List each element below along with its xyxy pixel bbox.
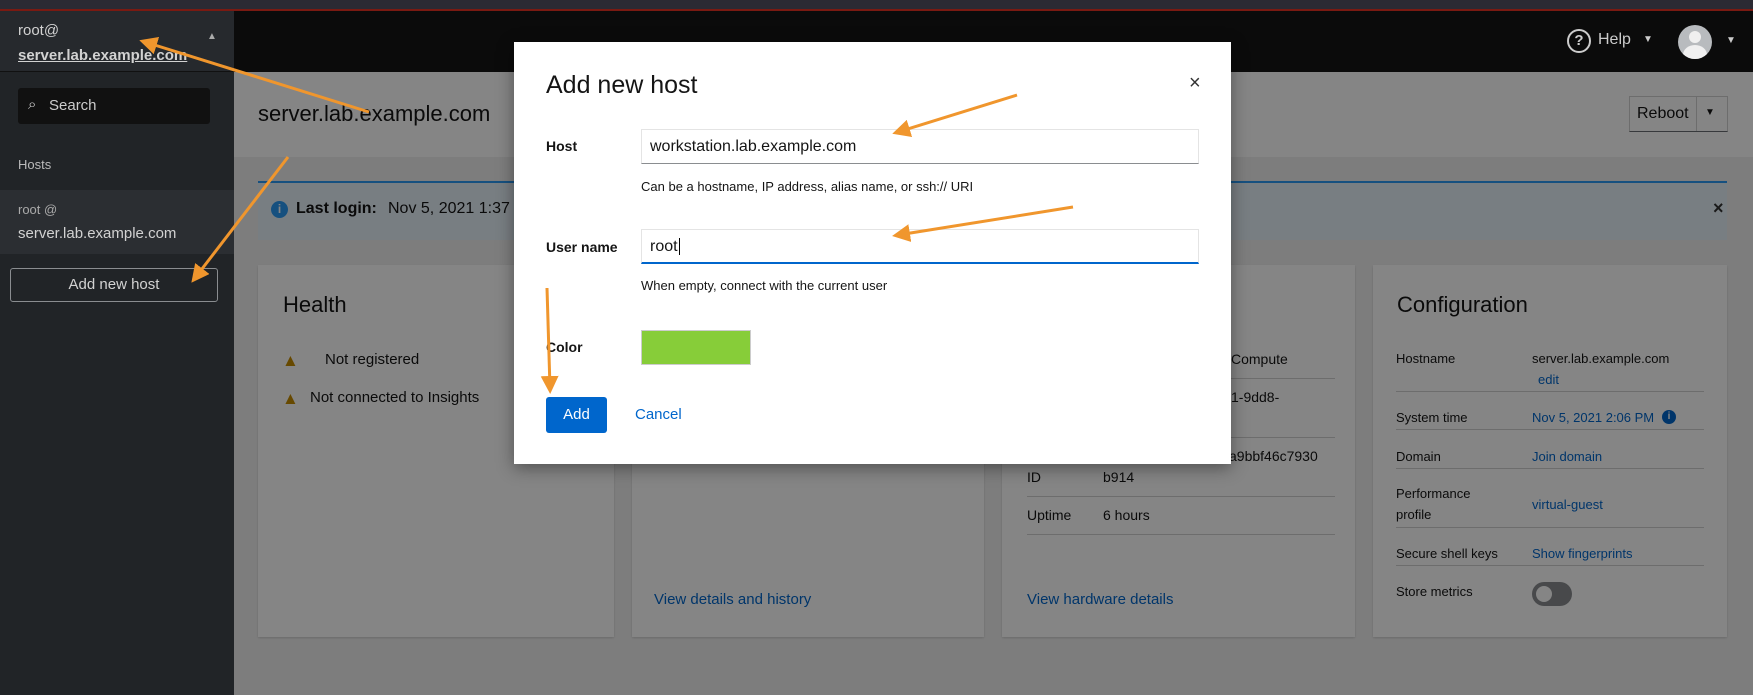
annotation-arrow	[540, 287, 559, 394]
annotation-arrow	[139, 36, 370, 114]
annotation-arrow	[892, 93, 1018, 138]
annotation-arrow	[191, 156, 290, 283]
annotation-arrow	[892, 205, 1074, 242]
annotation-arrows	[139, 36, 1074, 394]
